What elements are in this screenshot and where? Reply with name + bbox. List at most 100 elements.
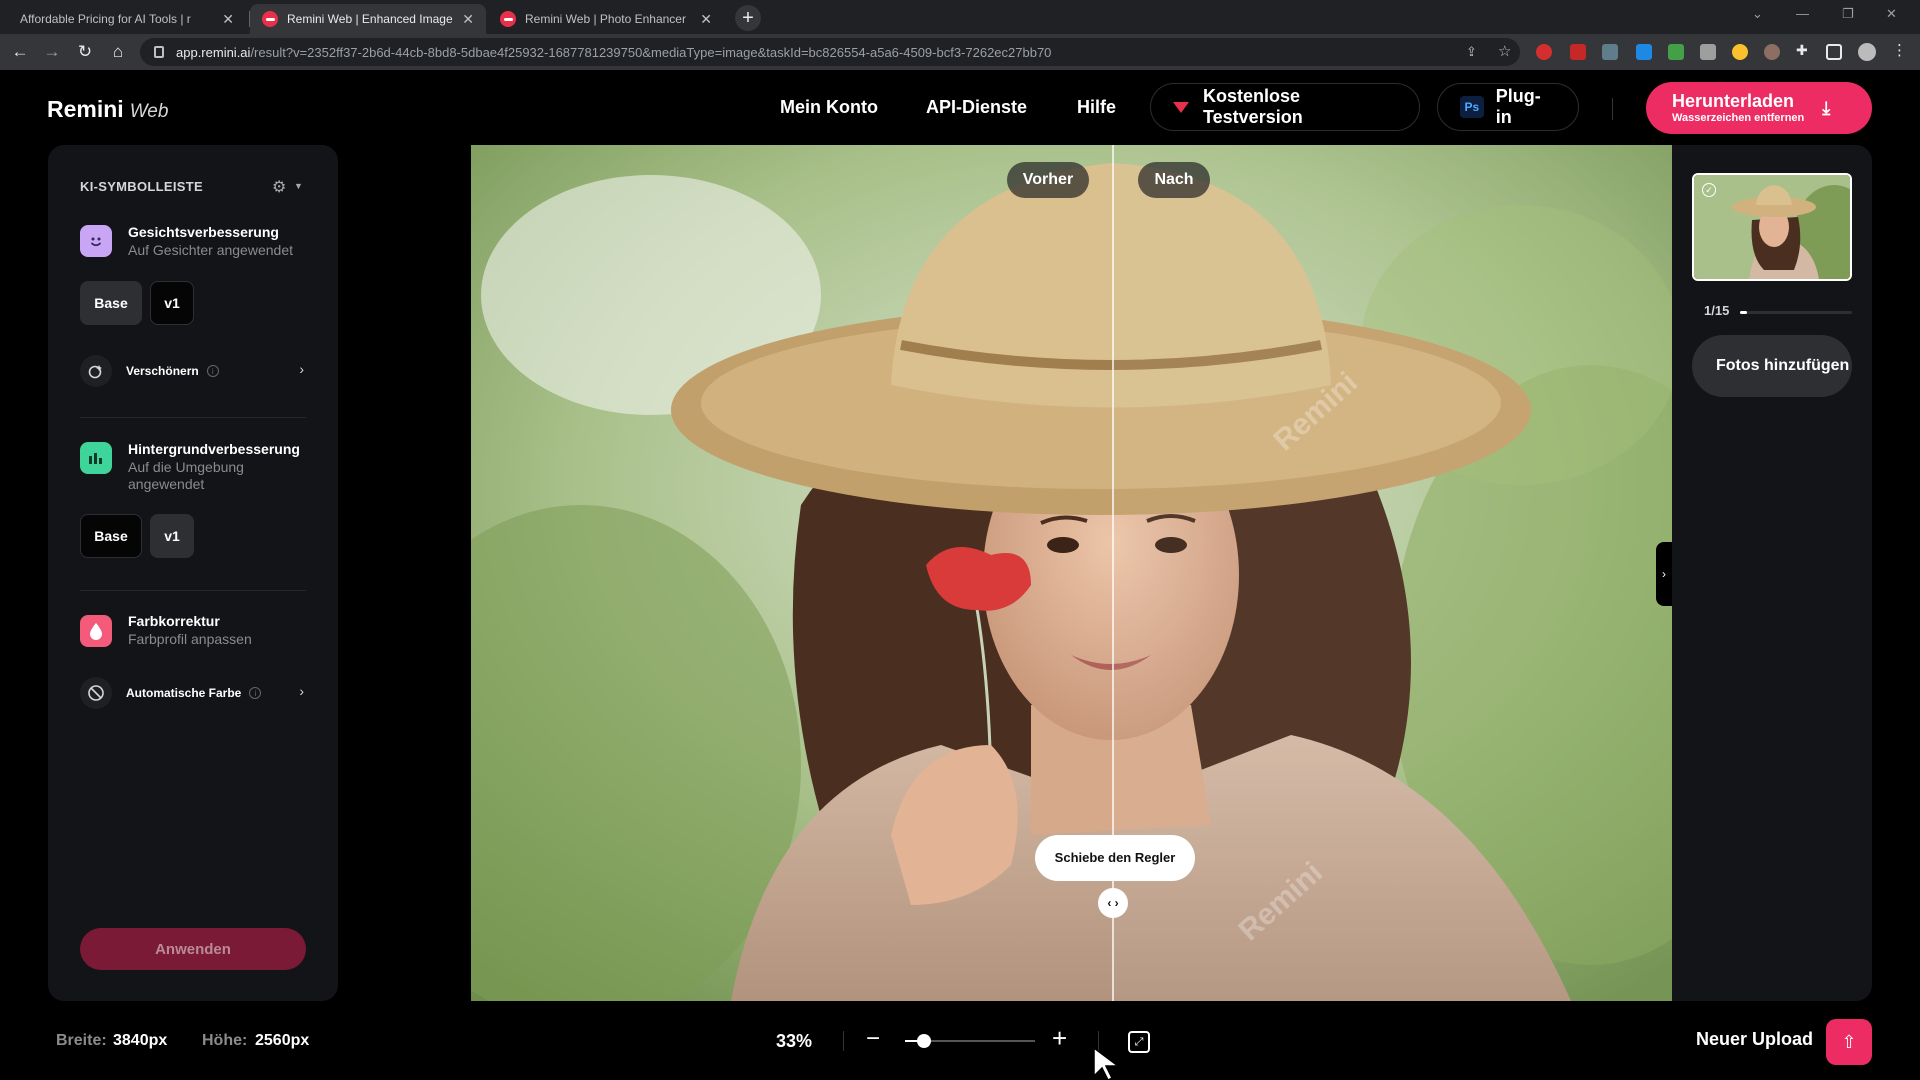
camera-extension-icon[interactable] [1700, 44, 1716, 60]
download-arrow-icon: ⤓ [1822, 97, 1831, 118]
new-upload-label[interactable]: Neuer Upload [1696, 1029, 1813, 1050]
close-icon[interactable]: ✕ [222, 11, 234, 28]
chevron-right-icon: › [299, 361, 304, 377]
apply-button[interactable]: Anwenden [80, 928, 306, 970]
info-icon[interactable]: i [249, 687, 262, 699]
side-panel-icon[interactable] [1826, 44, 1842, 60]
browser-menu-icon[interactable]: ⋮ [1892, 41, 1908, 59]
panel-toggle-chevron-icon[interactable]: › [1656, 542, 1672, 606]
close-icon[interactable]: ✕ [700, 11, 712, 28]
fullscreen-expand-icon[interactable]: ⤢ [1128, 1031, 1150, 1053]
download-sub-label: Wasserzeichen entfernen [1672, 112, 1805, 124]
face-option-v1[interactable]: v1 [150, 281, 194, 325]
tab-title: Remini Web | Enhanced Image [287, 12, 453, 26]
download-button[interactable]: Herunterladen Wasserzeichen entfernen ⤓ [1646, 82, 1872, 134]
minimize-icon[interactable]: — [1796, 6, 1809, 21]
browser-toolbar: ← → ↻ ⌂ app.remini.ai/result?v=2352ff37-… [0, 34, 1920, 70]
mouse-cursor-icon [1093, 1046, 1121, 1080]
background-option-v1[interactable]: v1 [150, 514, 194, 558]
lock-icon [154, 46, 164, 58]
comparison-slider-handle[interactable]: ‹ › [1098, 888, 1128, 918]
auto-color-icon [80, 677, 112, 709]
extensions-puzzle-icon[interactable]: ✚ [1796, 42, 1812, 58]
browser-tab-photo-enhancer[interactable]: Remini Web | Photo Enhancer ✕ [488, 4, 724, 34]
forward-arrow-icon[interactable]: → [40, 40, 64, 64]
photo-counter: 1/15 [1704, 303, 1730, 318]
back-arrow-icon[interactable]: ← [8, 40, 32, 64]
background-model-selector: Base v1 [80, 514, 194, 558]
gear-icon[interactable]: ⚙ [272, 177, 286, 197]
nav-api-services[interactable]: API-Dienste [926, 97, 1027, 118]
nav-my-account[interactable]: Mein Konto [780, 97, 878, 118]
free-trial-button[interactable]: Kostenlose Testversion [1150, 83, 1420, 131]
info-icon[interactable]: i [206, 365, 219, 377]
zoom-divider [843, 1031, 844, 1051]
brand-logo[interactable]: Remini Web [47, 96, 168, 123]
tab-title: Remini Web | Photo Enhancer [525, 12, 686, 26]
extension-color-icon[interactable] [1732, 44, 1748, 60]
photo-thumbnail[interactable]: ✓ [1692, 173, 1852, 281]
height-label: Höhe: [202, 1032, 248, 1049]
face-enhance-title: Gesichtsverbesserung [128, 224, 279, 240]
window-close-icon[interactable]: ✕ [1886, 6, 1897, 22]
zoom-in-plus-icon[interactable]: + [1052, 1023, 1067, 1054]
chevron-down-icon[interactable]: ▼ [294, 181, 303, 191]
drop-icon [80, 615, 112, 647]
ai-toolbar-sidebar: KI-SYMBOLLEISTE ⚙ ▼ Gesichtsverbesserung… [48, 145, 338, 1001]
auto-color-label: Automatische Farbe [126, 686, 242, 700]
plugin-button[interactable]: Ps Plug-in [1437, 83, 1579, 131]
home-icon[interactable]: ⌂ [106, 40, 130, 64]
zoom-out-minus-icon[interactable]: − [866, 1025, 880, 1053]
queue-progress-bar [1740, 311, 1852, 314]
color-correction-title: Farbkorrektur [128, 613, 220, 629]
remini-favicon-icon [500, 11, 516, 27]
zoom-percent: 33% [776, 1031, 813, 1051]
face-option-base[interactable]: Base [80, 281, 142, 325]
address-bar[interactable]: app.remini.ai/result?v=2352ff37-2b6d-44c… [140, 38, 1520, 66]
background-enhance-subtitle: Auf die Umgebung angewendet [128, 459, 244, 492]
sidebar-title: KI-SYMBOLLEISTE [80, 179, 203, 194]
nav-help[interactable]: Hilfe [1077, 97, 1116, 118]
close-icon[interactable]: ✕ [462, 11, 474, 28]
new-tab-plus-icon[interactable]: + [735, 5, 761, 31]
reload-icon[interactable]: ↻ [73, 40, 97, 64]
extension-blue-icon[interactable] [1636, 44, 1652, 60]
browser-tab-pricing[interactable]: Affordable Pricing for AI Tools | r ✕ [8, 4, 246, 34]
tab-search-chevron-icon[interactable]: ⌄ [1752, 6, 1763, 22]
add-photos-button[interactable]: Fotos hinzufügen [1692, 335, 1852, 397]
after-badge: Nach [1138, 162, 1210, 198]
landscape-icon [80, 442, 112, 474]
bookmark-star-icon[interactable]: ☆ [1498, 42, 1514, 60]
beautify-icon [80, 355, 112, 387]
width-value: 3840px [113, 1032, 168, 1049]
browser-tab-bar: Affordable Pricing for AI Tools | r ✕ Re… [0, 0, 1920, 34]
width-label: Breite: [56, 1032, 107, 1049]
maximize-icon[interactable]: ❐ [1842, 6, 1854, 22]
url-host: app.remini.ai [176, 44, 251, 60]
extension-red-icon[interactable] [1570, 44, 1586, 60]
free-trial-label: Kostenlose Testversion [1203, 86, 1303, 127]
beautify-row[interactable]: Verschönern i › [80, 353, 306, 389]
app-header: Remini Web Mein Konto API-Dienste Hilfe K… [0, 70, 1920, 145]
beautify-label: Verschönern [126, 364, 199, 378]
zoom-slider-knob[interactable] [917, 1034, 931, 1048]
brand-sub: Web [129, 101, 169, 122]
background-option-base[interactable]: Base [80, 514, 142, 558]
height-value: 2560px [255, 1032, 310, 1049]
url-path: /result?v=2352ff37-2b6d-44cb-8bd8-5dbae4… [250, 44, 1052, 60]
adblock-extension-icon[interactable] [1536, 44, 1552, 60]
profile-avatar[interactable] [1858, 43, 1876, 61]
browser-tab-enhanced-image[interactable]: Remini Web | Enhanced Image ✕ [250, 4, 486, 34]
extension-brown-icon[interactable] [1764, 44, 1780, 60]
extension-gray-icon[interactable] [1602, 44, 1618, 60]
check-icon: ✓ [1702, 183, 1716, 197]
before-after-viewer[interactable]: Vorher Nach Remini Remini Schiebe den Re… [471, 145, 1672, 1001]
face-model-selector: Base v1 [80, 281, 194, 325]
auto-color-row[interactable]: Automatische Farbe i › [80, 675, 306, 711]
section-divider [80, 590, 306, 591]
extension-download-icon[interactable] [1668, 44, 1684, 60]
share-icon[interactable]: ⇪ [1466, 44, 1482, 60]
diamond-icon [1173, 101, 1189, 113]
upload-icon[interactable]: ⇧ [1826, 1019, 1872, 1065]
face-smile-icon [80, 225, 112, 257]
